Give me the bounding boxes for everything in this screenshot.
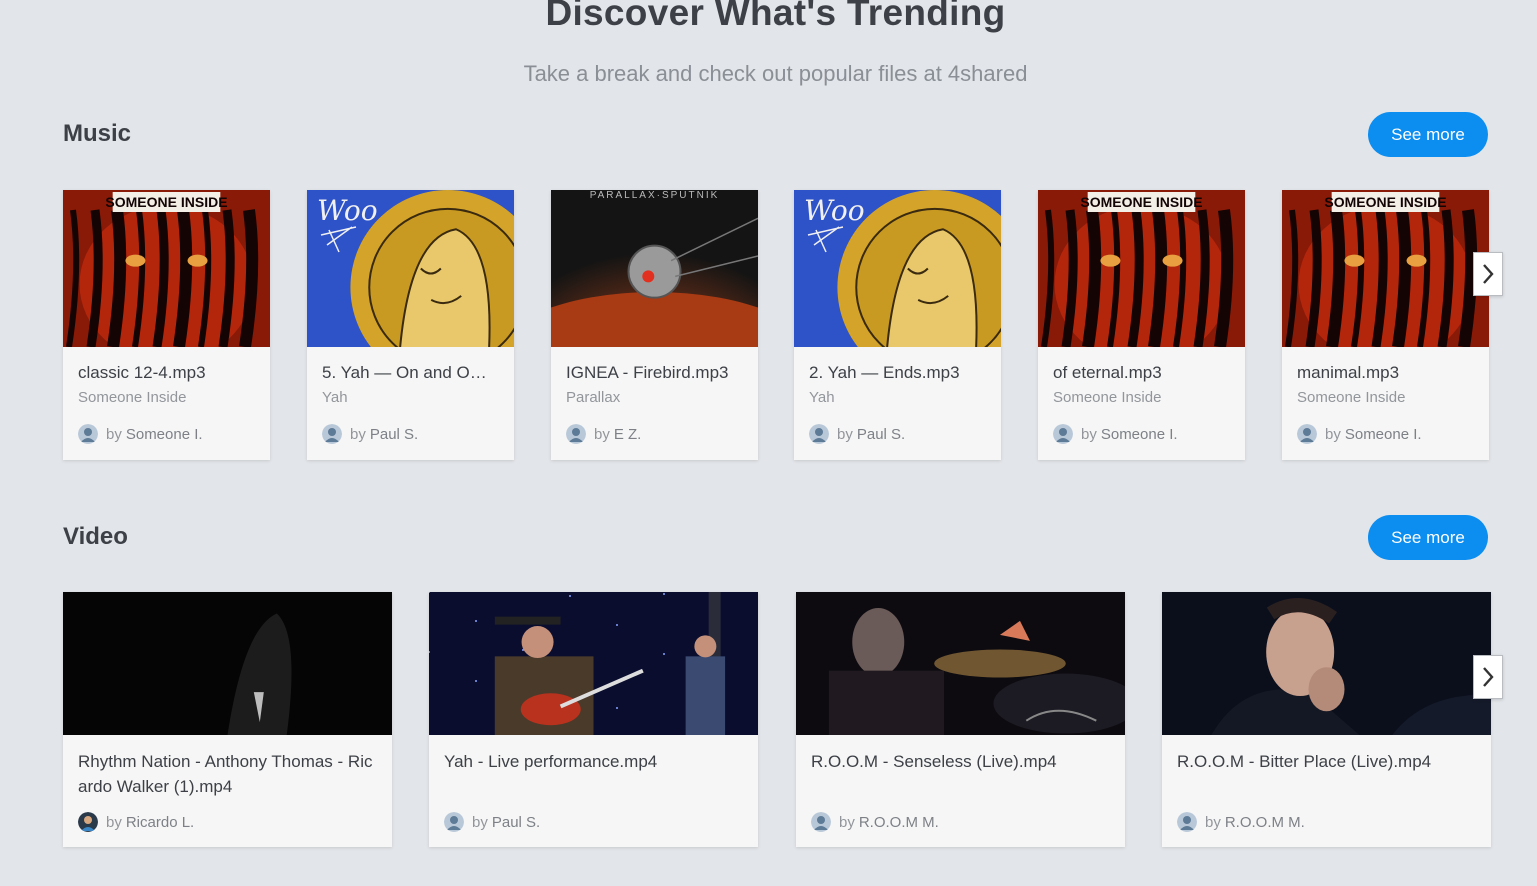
owner-prefix: by — [106, 425, 122, 443]
owner-name[interactable]: Ricardo L. — [126, 814, 194, 831]
owner-name[interactable]: R.O.O.M M. — [1225, 814, 1305, 831]
music-card[interactable]: PARALLAX·SPUTNIK IGNEA - Firebird.mp3 Pa… — [551, 190, 758, 460]
album-cover-image[interactable]: Woo — [307, 190, 514, 347]
svg-text:SOMEONE INSIDE: SOMEONE INSIDE — [105, 194, 227, 210]
owner-name[interactable]: Someone I. — [1345, 426, 1422, 443]
music-next-button[interactable] — [1473, 252, 1503, 296]
video-card[interactable]: Rhythm Nation - Anthony Thomas - Ricardo… — [63, 592, 392, 847]
album-cover-image[interactable]: SOMEONE INSIDE — [63, 190, 270, 347]
file-title[interactable]: of eternal.mp3 — [1053, 363, 1230, 383]
page-subtitle: Take a break and check out popular files… — [523, 61, 1028, 86]
artist-name: Yah — [322, 389, 348, 406]
owner-link[interactable]: by R.O.O.M M. — [1177, 812, 1305, 832]
artist-name: Someone Inside — [78, 389, 187, 406]
owner-name[interactable]: Paul S. — [857, 426, 905, 443]
owner-prefix: by — [350, 425, 366, 443]
video-card[interactable]: R.O.O.M - Bitter Place (Live).mp4 by R.O… — [1162, 592, 1491, 847]
video-card[interactable]: Yah - Live performance.mp4 by Paul S. — [429, 592, 758, 847]
owner-prefix: by — [839, 813, 855, 831]
video-thumbnail-image[interactable] — [1162, 592, 1491, 735]
owner-link[interactable]: by Paul S. — [322, 424, 418, 444]
file-title[interactable]: 2. Yah — Ends.mp3 — [809, 363, 986, 383]
music-card[interactable]: Woo 5. Yah — On and O… Yah by Paul S. — [307, 190, 514, 460]
video-see-more-button[interactable]: See more — [1368, 515, 1488, 560]
owner-link[interactable]: by Ricardo L. — [78, 812, 194, 832]
user-avatar-icon — [809, 424, 829, 444]
svg-text:SOMEONE INSIDE: SOMEONE INSIDE — [1080, 194, 1202, 210]
owner-name[interactable]: Paul S. — [492, 814, 540, 831]
artist-name: Someone Inside — [1053, 389, 1162, 406]
music-card[interactable]: SOMEONE INSIDE of eternal.mp3 Someone In… — [1038, 190, 1245, 460]
video-thumbnail-image[interactable] — [63, 592, 392, 735]
user-avatar-icon — [78, 424, 98, 444]
svg-text:Woo: Woo — [804, 194, 865, 227]
music-card[interactable]: SOMEONE INSIDE classic 12-4.mp3 Someone … — [63, 190, 270, 460]
owner-link[interactable]: by Paul S. — [444, 812, 540, 832]
music-section-title: Music — [63, 120, 132, 147]
user-avatar-icon — [811, 812, 831, 832]
video-card[interactable]: R.O.O.M - Senseless (Live).mp4 by R.O.O.… — [796, 592, 1125, 847]
owner-name[interactable]: Paul S. — [370, 426, 418, 443]
file-title[interactable]: Yah - Live performance.mp4 — [444, 749, 743, 801]
user-avatar-icon — [1297, 424, 1317, 444]
video-next-button[interactable] — [1473, 655, 1503, 699]
owner-prefix: by — [472, 813, 488, 831]
owner-prefix: by — [1081, 425, 1097, 443]
owner-link[interactable]: by Someone I. — [78, 424, 203, 444]
file-title[interactable]: classic 12-4.mp3 — [78, 363, 255, 383]
file-title[interactable]: R.O.O.M - Senseless (Live).mp4 — [811, 749, 1110, 801]
owner-name[interactable]: E Z. — [614, 426, 642, 443]
file-title[interactable]: R.O.O.M - Bitter Place (Live).mp4 — [1177, 749, 1476, 801]
music-card[interactable]: Woo 2. Yah — Ends.mp3 Yah by Paul S. — [794, 190, 1001, 460]
owner-prefix: by — [106, 813, 122, 831]
svg-text:Woo: Woo — [317, 194, 378, 227]
artist-name: Someone Inside — [1297, 389, 1406, 406]
owner-name[interactable]: R.O.O.M M. — [859, 814, 939, 831]
album-cover-image[interactable]: Woo — [794, 190, 1001, 347]
file-title[interactable]: IGNEA - Firebird.mp3 — [566, 363, 743, 383]
owner-link[interactable]: by E Z. — [566, 424, 641, 444]
owner-prefix: by — [1325, 425, 1341, 443]
user-avatar-icon — [78, 812, 98, 832]
video-thumbnail-image[interactable] — [429, 592, 758, 735]
svg-text:PARALLAX·SPUTNIK: PARALLAX·SPUTNIK — [590, 190, 720, 201]
owner-name[interactable]: Someone I. — [126, 426, 203, 443]
owner-link[interactable]: by R.O.O.M M. — [811, 812, 939, 832]
file-title[interactable]: manimal.mp3 — [1297, 363, 1474, 383]
user-avatar-icon — [1177, 812, 1197, 832]
file-title[interactable]: 5. Yah — On and O… — [322, 363, 499, 383]
chevron-right-icon — [1483, 264, 1494, 284]
chevron-right-icon — [1483, 667, 1494, 687]
owner-prefix: by — [1205, 813, 1221, 831]
user-avatar-icon — [1053, 424, 1073, 444]
user-avatar-icon — [322, 424, 342, 444]
album-cover-image[interactable]: SOMEONE INSIDE — [1038, 190, 1245, 347]
owner-name[interactable]: Someone I. — [1101, 426, 1178, 443]
owner-link[interactable]: by Paul S. — [809, 424, 905, 444]
svg-text:SOMEONE INSIDE: SOMEONE INSIDE — [1324, 194, 1446, 210]
owner-prefix: by — [837, 425, 853, 443]
artist-name: Parallax — [566, 389, 621, 406]
album-cover-image[interactable]: PARALLAX·SPUTNIK — [551, 190, 758, 347]
file-title[interactable]: Rhythm Nation - Anthony Thomas - Ricardo… — [78, 749, 377, 801]
video-section-title: Video — [63, 523, 128, 550]
user-avatar-icon — [566, 424, 586, 444]
owner-link[interactable]: by Someone I. — [1297, 424, 1422, 444]
music-card[interactable]: SOMEONE INSIDE manimal.mp3 Someone Insid… — [1282, 190, 1489, 460]
user-avatar-icon — [444, 812, 464, 832]
music-see-more-button[interactable]: See more — [1368, 112, 1488, 157]
page-title: Discover What's Trending — [545, 0, 1006, 33]
video-thumbnail-image[interactable] — [796, 592, 1125, 735]
owner-link[interactable]: by Someone I. — [1053, 424, 1178, 444]
album-cover-image[interactable]: SOMEONE INSIDE — [1282, 190, 1489, 347]
artist-name: Yah — [809, 389, 835, 406]
owner-prefix: by — [594, 425, 610, 443]
